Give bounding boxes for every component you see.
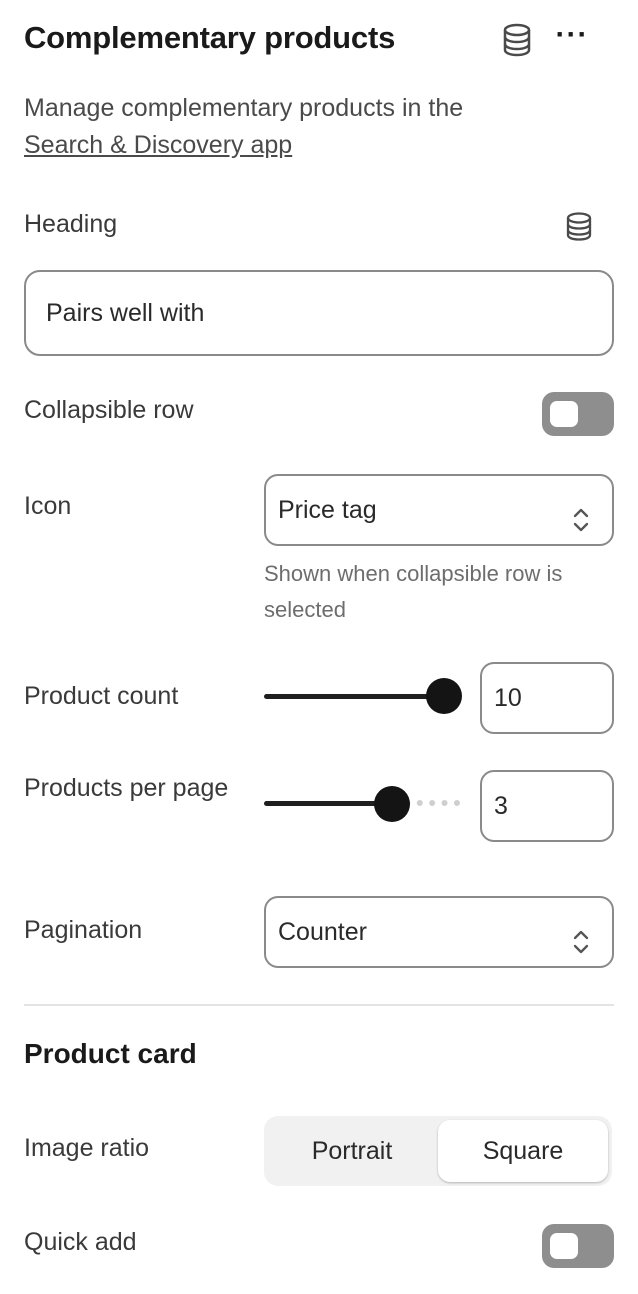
pagination-select-value: Counter	[278, 918, 367, 946]
chevron-up-down-icon	[570, 916, 592, 954]
pagination-select[interactable]: Counter	[264, 896, 614, 968]
pagination-label: Pagination	[24, 916, 143, 944]
database-icon[interactable]	[500, 22, 534, 58]
image-ratio-label: Image ratio	[24, 1134, 150, 1162]
search-discovery-link[interactable]: Search & Discovery app	[24, 127, 584, 164]
quick-add-toggle[interactable]	[542, 1224, 614, 1268]
image-ratio-segmented-control: Portrait Square	[264, 1116, 612, 1186]
icon-label: Icon	[24, 492, 72, 520]
icon-hint: Shown when collapsible row is selected	[264, 561, 563, 622]
product-count-input[interactable]: 10	[480, 662, 614, 734]
image-ratio-square[interactable]: Square	[438, 1120, 608, 1182]
icon-select[interactable]: Price tag	[264, 474, 614, 546]
products-per-page-slider-track[interactable]	[264, 801, 392, 806]
icon-select-value: Price tag	[278, 496, 377, 524]
toggle-knob	[550, 1233, 578, 1259]
quick-add-label: Quick add	[24, 1228, 137, 1256]
collapsible-row-label: Collapsible row	[24, 396, 194, 424]
image-ratio-portrait[interactable]: Portrait	[268, 1120, 436, 1182]
products-per-page-slider-handle[interactable]	[374, 786, 410, 822]
collapsible-row-toggle[interactable]	[542, 392, 614, 436]
section-divider	[24, 1004, 614, 1006]
product-count-label: Product count	[24, 682, 179, 710]
description: Manage complementary products in the Sea…	[24, 90, 584, 164]
database-icon[interactable]	[562, 210, 596, 244]
product-count-slider-handle[interactable]	[426, 678, 462, 714]
products-per-page-label: Products per page	[24, 774, 229, 802]
more-options-button[interactable]: ···	[552, 20, 592, 56]
heading-label: Heading	[24, 210, 118, 238]
chevron-up-down-icon	[570, 494, 592, 532]
product-card-section-title: Product card	[24, 1038, 197, 1069]
products-per-page-input[interactable]: 3	[480, 770, 614, 842]
description-text: Manage complementary products in the	[24, 94, 464, 122]
toggle-knob	[550, 401, 578, 427]
heading-input[interactable]: Pairs well with	[24, 270, 614, 356]
product-count-slider-track[interactable]	[264, 694, 444, 699]
panel-title: Complementary products	[24, 20, 396, 55]
